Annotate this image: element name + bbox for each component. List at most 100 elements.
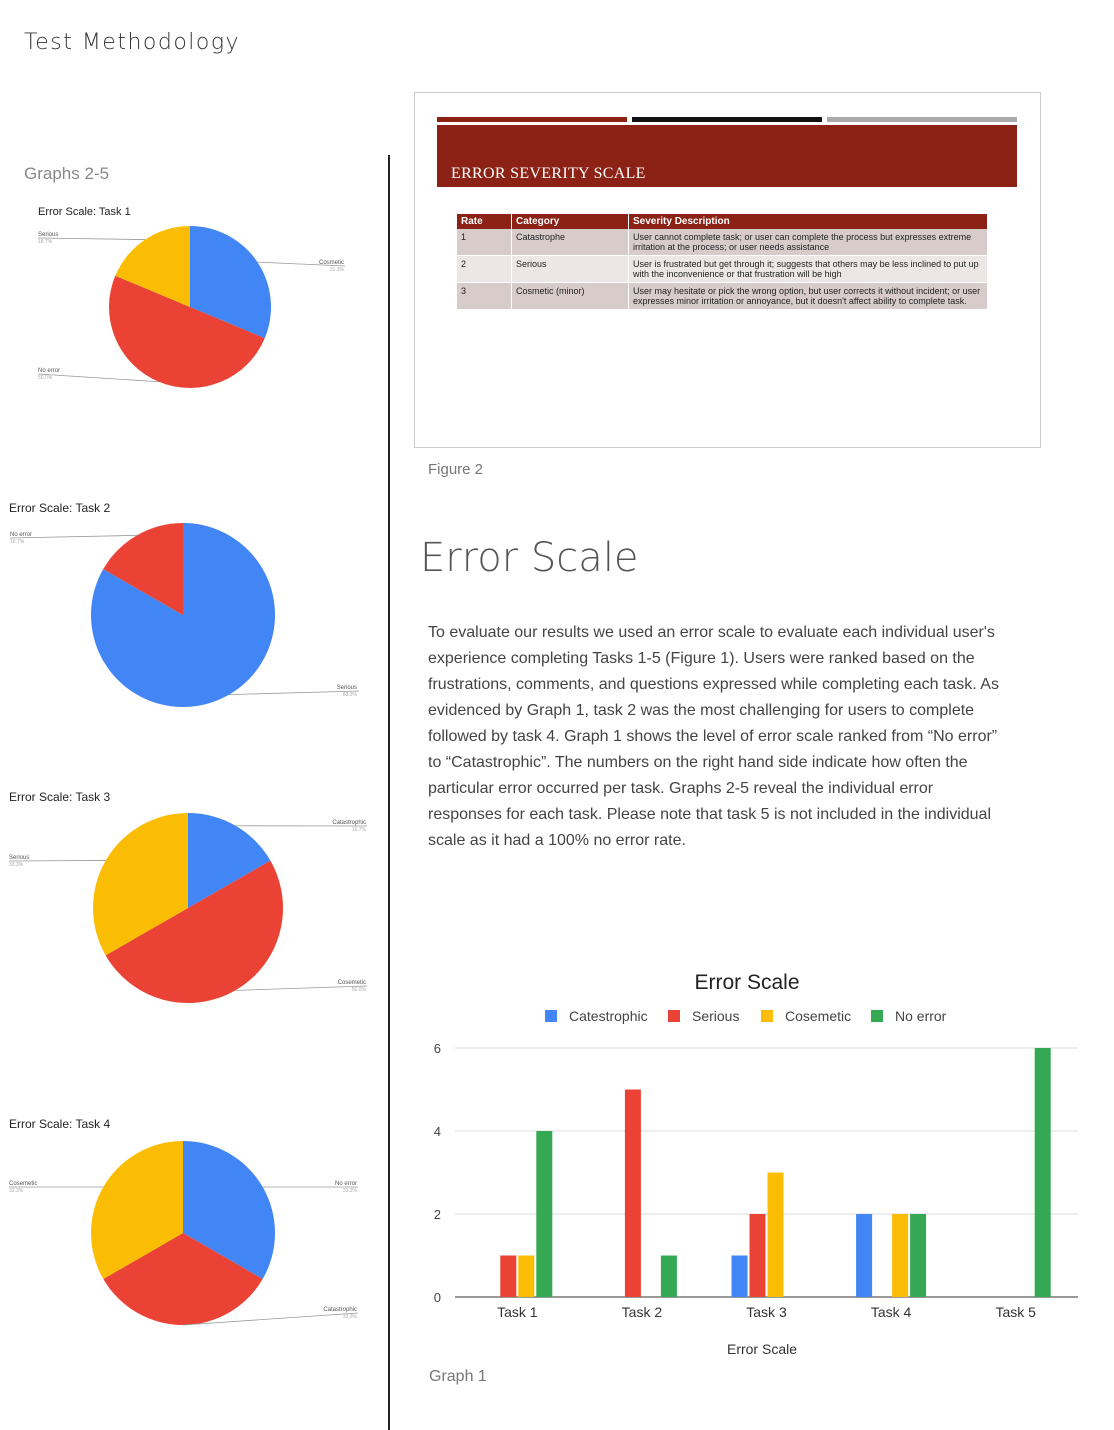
legend-swatch [761, 1010, 773, 1022]
pie-leader-line [37, 373, 159, 383]
pie-label-no-error: No error50.0% [38, 368, 60, 381]
pie-title-task-2: Error Scale: Task 2 [9, 501, 111, 515]
table-header-category: Category [511, 214, 629, 229]
figure-2-slide: ERROR SEVERITY SCALE Rate Category Sever… [414, 92, 1041, 448]
pie-slice-percent: 33.3% [9, 862, 24, 868]
bar-task-3-serious [749, 1214, 766, 1297]
x-tick-label: Task 1 [497, 1304, 538, 1320]
y-tick-label: 4 [434, 1124, 441, 1139]
pie-slice-label: Cosemetic [9, 1181, 37, 1187]
pie-chart-task-4: No error33.3%Catastrophic33.3%Cosemetic3… [9, 1141, 359, 1326]
pie-slice-percent: 33.3% [9, 1188, 24, 1194]
severity-table: Rate Category Severity Description 1 Cat… [457, 214, 988, 310]
pie-label-serious: Serious33.3% [9, 855, 29, 868]
pie-slice-percent: 33.3% [343, 1314, 358, 1320]
legend-item-catestrophic: Catestrophic [545, 1008, 648, 1024]
legend-item-no-error: No error [871, 1008, 947, 1024]
slide-title: ERROR SEVERITY SCALE [451, 165, 646, 182]
graphs-heading: Graphs 2-5 [24, 164, 110, 183]
pie-slice-label: No error [335, 1181, 357, 1187]
legend-swatch [871, 1010, 883, 1022]
pie-title-task-3: Error Scale: Task 3 [9, 790, 111, 804]
slide-accent-bar-gray [827, 117, 1017, 122]
bar-task-5-no-error [1034, 1048, 1051, 1297]
pie-leader-line [229, 690, 360, 696]
pie-title-task-1: Error Scale: Task 1 [38, 206, 131, 218]
pie-slice-label: Catastrophic [323, 1307, 357, 1313]
bar-task-1-serious [500, 1255, 517, 1297]
graph-caption: Graph 1 [429, 1368, 487, 1385]
column-divider [388, 155, 390, 1430]
legend-item-cosemetic: Cosemetic [761, 1008, 851, 1024]
pie-title-task-4: Error Scale: Task 4 [9, 1117, 111, 1131]
legend-swatch [668, 1010, 680, 1022]
pie-leader-line [37, 237, 146, 240]
legend-label: Cosemetic [785, 1008, 851, 1024]
pie-slice-percent: 31.3% [330, 267, 345, 273]
pie-chart-task-2: Serious83.3% No error16.7% [9, 523, 360, 707]
pie-slice-percent: 50.0% [38, 375, 53, 381]
legend-label: Catestrophic [569, 1008, 648, 1024]
pie-label-cosemetic: Cosemetic33.3% [9, 1181, 37, 1194]
slide-accent-bar-black [632, 117, 822, 122]
pie-leader-line [235, 985, 368, 991]
pie-slice-label: Cosemetic [338, 980, 366, 986]
pie-label-no-error: No error33.3% [335, 1181, 358, 1194]
table-cell-description: User is frustrated but get through it; s… [628, 255, 988, 283]
chart-title: Error Scale [694, 971, 799, 994]
legend-label: Serious [692, 1008, 739, 1024]
legend-item-serious: Serious [668, 1008, 739, 1024]
table-cell-rate: 1 [457, 229, 512, 256]
pie-slice-label: Serious [9, 855, 29, 861]
slide-accent-bar-red [437, 117, 627, 122]
bar-task-4-cosemetic [892, 1214, 909, 1297]
y-tick-label: 0 [434, 1290, 441, 1305]
table-header-rate: Rate [457, 214, 512, 229]
legend-swatch [545, 1010, 557, 1022]
table-cell-rate: 3 [457, 282, 512, 310]
table-cell-category: Catastrophe [511, 229, 629, 256]
page-title: Test Methodology [24, 30, 241, 55]
bar-task-2-serious [624, 1089, 641, 1297]
error-scale-bar-chart: Error Scale Catestrophic Serious Cosemetic N… [434, 971, 1078, 1357]
pie-slice-percent: 33.3% [343, 1188, 358, 1194]
bar-task-1-cosemetic [518, 1255, 535, 1297]
table-cell-description: User may hesitate or pick the wrong opti… [628, 282, 988, 310]
pie-label-cosmetic: Cosmetic31.3% [319, 260, 345, 273]
pie-slice-label: No error [10, 532, 32, 538]
pie-slice-label: Catastrophic [332, 820, 366, 826]
y-tick-label: 6 [434, 1041, 441, 1056]
pie-slice-percent: 50.0% [352, 987, 367, 993]
x-axis-title: Error Scale [727, 1341, 797, 1357]
pie-chart-task-3: Catastrophic16.7% Cosemetic50.0% Serious33… [8, 813, 368, 1003]
pie-slice-percent: 18.7% [38, 239, 53, 245]
pie-slice-percent: 83.3% [343, 692, 358, 698]
legend-label: No error [895, 1008, 947, 1024]
pie-slice-percent: 16.7% [10, 539, 25, 545]
table-header-description: Severity Description [628, 214, 988, 229]
table-cell-description: User cannot complete task; or user can c… [628, 229, 988, 256]
pie-slice-percent: 16.7% [352, 827, 367, 833]
table-cell-category: Serious [511, 255, 629, 283]
slide-title-banner: ERROR SEVERITY SCALE [437, 125, 1017, 187]
bar-task-2-no-error [660, 1255, 677, 1297]
table-cell-category: Cosmetic (minor) [511, 282, 629, 310]
x-tick-label: Task 4 [871, 1304, 912, 1320]
table-row: 2 Serious User is frustrated but get thr… [457, 255, 988, 283]
pie-slice-label: Serious [38, 232, 58, 238]
section-heading: Error Scale [420, 535, 639, 581]
x-tick-label: Task 2 [622, 1304, 663, 1320]
bar-task-3-cosemetic [767, 1172, 784, 1297]
pie-chart-task-1: Cosmetic31.3% No error50.0% Serious18.7% [37, 226, 346, 388]
y-tick-label: 2 [434, 1207, 441, 1222]
table-row: 3 Cosmetic (minor) User may hesitate or … [457, 282, 988, 310]
figure-caption: Figure 2 [428, 461, 484, 478]
x-tick-label: Task 5 [995, 1304, 1036, 1320]
bar-task-4-catestrophic [856, 1214, 873, 1297]
bar-task-4-no-error [910, 1214, 927, 1297]
pie-slice-label: No error [38, 368, 60, 374]
table-cell-rate: 2 [457, 255, 512, 283]
pie-label-catastrophic: Catastrophic16.7% [332, 820, 366, 833]
body-paragraph: To evaluate our results we used an error… [428, 624, 999, 849]
bar-task-1-no-error [536, 1131, 553, 1297]
